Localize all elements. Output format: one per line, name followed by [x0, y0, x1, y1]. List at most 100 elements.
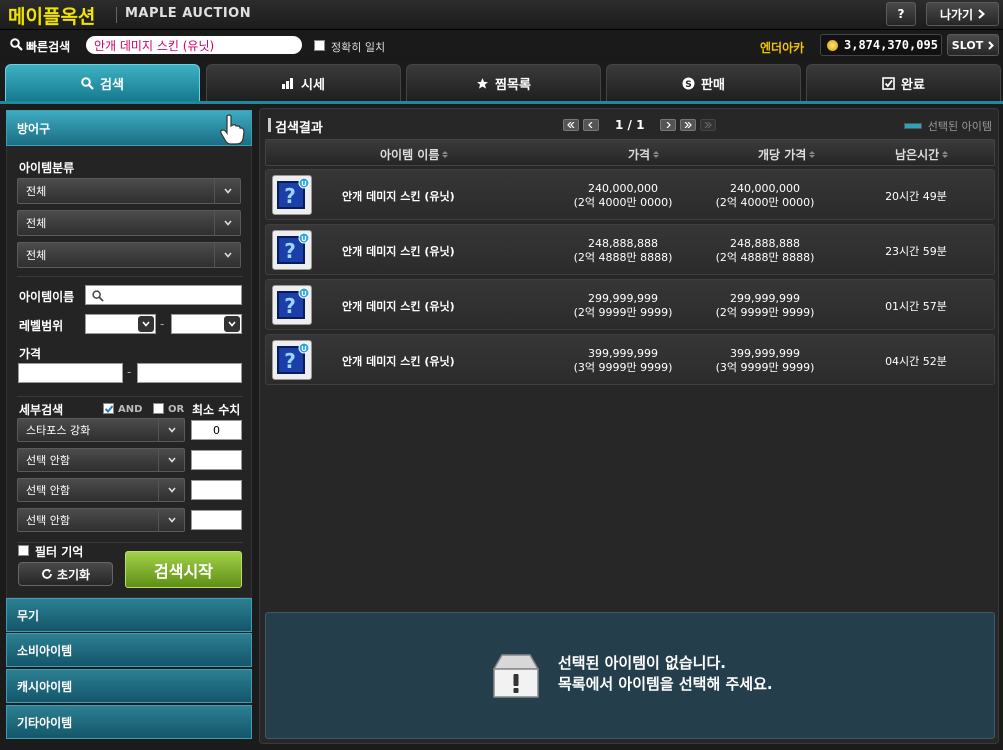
detail-option-select-4[interactable]: 선택 안함 — [17, 508, 185, 532]
slot-button[interactable]: SLOT — [947, 34, 999, 56]
price-max-input[interactable] — [137, 363, 242, 383]
chevron-down-icon — [224, 316, 240, 332]
unit-price-value: 240,000,000 — [730, 182, 800, 195]
item-detail-panel: 선택된 아이템이 없습니다. 목록에서 아이템을 선택해 주세요. — [265, 612, 995, 739]
reset-button[interactable]: 초기화 — [18, 562, 113, 586]
col-price[interactable]: 가격 — [628, 146, 660, 163]
search-start-button[interactable]: 검색시작 — [125, 551, 242, 588]
pointer-hand-icon — [220, 114, 245, 145]
level-range-label: 레벨범위 — [19, 319, 64, 333]
detail-option-select-3[interactable]: 선택 안함 — [17, 478, 185, 502]
exact-match-checkbox[interactable] — [314, 40, 325, 51]
empty-selection-message: 선택된 아이템이 없습니다. 목록에서 아이템을 선택해 주세요. — [558, 653, 773, 695]
item-name: 안개 데미지 스킨 (유닛) — [342, 355, 455, 368]
item-name: 안개 데미지 스킨 (유닛) — [342, 190, 455, 203]
category-consumable[interactable]: 소비아이템 — [6, 633, 252, 667]
check-icon — [882, 76, 895, 90]
category-armor[interactable]: 방어구 — [6, 110, 252, 146]
category-label: 방어구 — [17, 121, 51, 136]
mesos-amount: 3,874,370,095 — [844, 38, 938, 52]
unit-price-value: 248,888,888 — [730, 237, 800, 250]
search-icon — [81, 76, 94, 90]
and-label: AND — [118, 404, 143, 415]
legend-swatch — [903, 123, 922, 129]
table-row[interactable]: ? U 안개 데미지 스킨 (유닛) 248,888,888 (2억 4888만 8… — [265, 224, 995, 275]
chevron-down-icon — [214, 179, 240, 203]
chevron-down-icon — [158, 509, 184, 531]
select-value: 선택 안함 — [26, 484, 70, 497]
help-button[interactable]: ? — [886, 2, 916, 26]
chevron-down-icon — [158, 419, 184, 441]
exit-button[interactable]: 나가기 — [926, 2, 999, 26]
pagination: 1 / 1 — [563, 118, 717, 132]
price-value: 299,999,999 — [588, 292, 658, 305]
meso-coin-icon — [827, 39, 838, 51]
remember-filter-checkbox[interactable] — [18, 545, 29, 556]
quick-search-input[interactable] — [86, 36, 302, 54]
table-row[interactable]: ? U 안개 데미지 스킨 (유닛) 399,999,999 (3억 9999만 9… — [265, 334, 995, 385]
tab-search[interactable]: 검색 — [5, 64, 200, 101]
price-value: 240,000,000 — [588, 182, 658, 195]
first-page-button[interactable] — [563, 119, 579, 131]
tab-market-price[interactable]: 시세 — [206, 64, 401, 101]
sort-icon — [809, 151, 816, 158]
price-value: 248,888,888 — [588, 237, 658, 250]
server-name: 엔더아카 — [760, 41, 805, 55]
slot-label: SLOT — [951, 38, 984, 52]
detail-min-input-4[interactable] — [191, 510, 242, 530]
table-row[interactable]: ? U 안개 데미지 스킨 (유닛) 240,000,000 (2억 4000만 0… — [265, 169, 995, 220]
damage-skin-icon: ? U — [272, 285, 312, 325]
main-tabs: 검색 시세 찜목록 S 판매 완료 — [0, 64, 1003, 102]
next-block-button[interactable] — [700, 119, 717, 131]
remember-filter-label: 필터 기억 — [35, 545, 84, 559]
table-row[interactable]: ? U 안개 데미지 스킨 (유닛) 299,999,999 (2억 9999만 9… — [265, 279, 995, 330]
svg-text:U: U — [301, 180, 307, 188]
category-etc[interactable]: 기타아이템 — [6, 705, 252, 739]
item-class-select-3[interactable]: 전체 — [17, 242, 241, 268]
price-min-input[interactable] — [18, 363, 123, 383]
level-range-dash: - — [160, 317, 165, 331]
armor-filter-panel: 아이템분류 전체 전체 전체 아이템이름 레벨범위 - 가격 - 세부검색 AN… — [6, 146, 252, 598]
detail-option-select-1[interactable]: 스타포스 강화 — [17, 418, 185, 442]
exit-label: 나가기 — [939, 7, 974, 22]
tab-complete[interactable]: 완료 — [806, 64, 1001, 101]
tab-sell[interactable]: S 판매 — [606, 64, 801, 101]
next-page-button[interactable] — [660, 119, 677, 131]
item-class-select-1[interactable]: 전체 — [17, 178, 241, 204]
tab-label: 판매 — [701, 77, 725, 93]
price-cell: 248,888,888 (2억 4888만 8888) — [548, 237, 698, 265]
tab-wishlist[interactable]: 찜목록 — [406, 64, 601, 101]
level-max-select[interactable] — [171, 314, 242, 334]
and-checkbox[interactable] — [103, 403, 114, 414]
results-title-bar — [268, 118, 271, 132]
filter-sidebar: 방어구 아이템분류 전체 전체 전체 아이템이름 레벨범위 - 가격 - 세부검… — [6, 108, 252, 744]
chevron-left-icon — [588, 122, 593, 128]
item-name-input[interactable] — [85, 285, 242, 305]
price-cell: 240,000,000 (2억 4000만 0000) — [548, 182, 698, 210]
detail-min-input-1[interactable] — [191, 420, 242, 440]
double-chevron-left-icon — [567, 122, 575, 128]
prev-page-button[interactable] — [583, 119, 599, 131]
level-min-select[interactable] — [85, 314, 156, 334]
results-panel: 검색결과 1 / 1 선택된 아이템 아이템 이름 가격 개당 가격 남은시간 — [259, 108, 999, 744]
detail-option-select-2[interactable]: 선택 안함 — [17, 448, 185, 472]
unit-price-korean: (2억 4888만 8888) — [715, 251, 815, 264]
unit-price-value: 299,999,999 — [730, 292, 800, 305]
or-checkbox[interactable] — [153, 403, 164, 414]
category-label: 기타아이템 — [17, 715, 73, 730]
detail-min-input-2[interactable] — [191, 450, 242, 470]
sort-icon — [442, 151, 449, 158]
detail-min-input-3[interactable] — [191, 480, 242, 500]
svg-text:U: U — [301, 345, 307, 353]
category-cash[interactable]: 캐시아이템 — [6, 669, 252, 703]
category-weapon[interactable]: 무기 — [6, 598, 252, 632]
item-class-select-2[interactable]: 전체 — [17, 210, 241, 236]
last-page-button[interactable] — [680, 119, 697, 131]
chevron-down-icon — [158, 449, 184, 471]
col-item-name[interactable]: 아이템 이름 — [380, 146, 449, 163]
price-label: 가격 — [19, 347, 42, 361]
unit-price-korean: (2억 4000만 0000) — [715, 196, 815, 209]
col-unit-price[interactable]: 개당 가격 — [758, 146, 816, 163]
coin-icon: S — [682, 77, 695, 90]
col-remaining-time[interactable]: 남은시간 — [895, 146, 949, 163]
